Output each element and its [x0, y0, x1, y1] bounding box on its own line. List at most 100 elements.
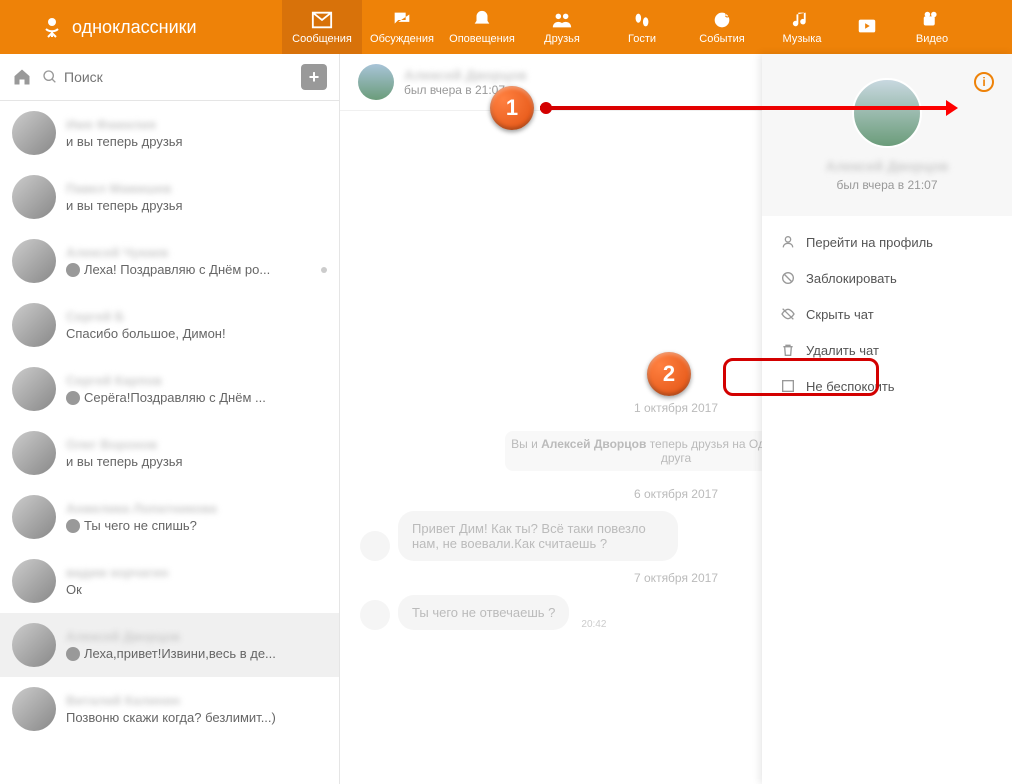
- search-input[interactable]: [64, 69, 291, 85]
- chat-item[interactable]: вадим корчагин Ок: [0, 549, 339, 613]
- chat-item[interactable]: Сергей Б Спасибо большое, Димон!: [0, 293, 339, 357]
- menu-label: Скрыть чат: [806, 307, 874, 322]
- chat-name: Алексей Чукаев: [66, 245, 327, 260]
- brand-text: одноклассники: [72, 17, 197, 38]
- message-bubble: Ты чего не отвечаешь ?: [398, 595, 569, 630]
- dnd-icon: [780, 378, 796, 394]
- ok-logo-icon: [40, 15, 64, 39]
- trash-icon: [780, 342, 796, 358]
- callout-1: 1: [490, 86, 534, 130]
- chat-avatar: [12, 367, 56, 411]
- logo[interactable]: одноклассники: [40, 15, 197, 39]
- search-wrap: [42, 69, 291, 85]
- info-status: был вчера в 21:07: [774, 178, 1000, 192]
- top-nav: Сообщения Обсуждения Оповещения Друзья Г…: [282, 0, 972, 54]
- block-icon: [780, 270, 796, 286]
- chat-avatar: [12, 175, 56, 219]
- sidebar: + Имя Фамилия и вы теперь друзья Павел М…: [0, 54, 340, 784]
- svg-text:5: 5: [725, 9, 730, 19]
- chat-list: Имя Фамилия и вы теперь друзья Павел Мам…: [0, 101, 339, 784]
- chat-avatar: [12, 239, 56, 283]
- search-icon: [42, 69, 58, 85]
- chat-body: Виталий Калинин Позвоню скажи когда? без…: [66, 693, 327, 725]
- menu-item-trash[interactable]: Удалить чат: [762, 332, 1012, 368]
- chat-avatar: [12, 623, 56, 667]
- info-button[interactable]: i: [974, 72, 994, 92]
- tiny-avatar: [66, 391, 80, 405]
- chat-item[interactable]: Алексей Чукаев Леха! Поздравляю с Днём р…: [0, 229, 339, 293]
- nav-music[interactable]: Музыка: [762, 0, 842, 54]
- chat-preview: Серёга!Поздравляю с Днём ...: [66, 390, 327, 405]
- chat-name: Сергей Б: [66, 309, 327, 324]
- tiny-avatar: [66, 263, 80, 277]
- chat-item[interactable]: Имя Фамилия и вы теперь друзья: [0, 101, 339, 165]
- sidebar-toolbar: +: [0, 54, 339, 101]
- chat-pane: Алексей Дворцов был вчера в 21:07 i 1 ок…: [340, 54, 1012, 784]
- events-icon: 5: [711, 9, 733, 31]
- chat-body: вадим корчагин Ок: [66, 565, 327, 597]
- new-chat-button[interactable]: +: [301, 64, 327, 90]
- menu-item-block[interactable]: Заблокировать: [762, 260, 1012, 296]
- chat-name: Олег Воронов: [66, 437, 327, 452]
- nav-play[interactable]: [842, 0, 892, 54]
- video-icon: [921, 9, 943, 31]
- hide-icon: [780, 306, 796, 322]
- info-menu: Перейти на профиль Заблокировать Скрыть ча…: [762, 216, 1012, 412]
- chat-preview: Леха! Поздравляю с Днём ро...: [66, 262, 327, 277]
- person-icon: [780, 234, 796, 250]
- menu-item-hide[interactable]: Скрыть чат: [762, 296, 1012, 332]
- chat-avatar: [12, 559, 56, 603]
- nav-guests[interactable]: Гости: [602, 0, 682, 54]
- chat-body: Олег Воронов и вы теперь друзья: [66, 437, 327, 469]
- chat-name: Анжелика Лопатникова: [66, 501, 327, 516]
- mail-icon: [311, 9, 333, 31]
- chat-item[interactable]: Виталий Калинин Позвоню скажи когда? без…: [0, 677, 339, 741]
- menu-item-dnd[interactable]: Не беспокоить: [762, 368, 1012, 404]
- chat-name: Алексей Дворцов: [66, 629, 327, 644]
- nav-discussions[interactable]: Обсуждения: [362, 0, 442, 54]
- menu-label: Заблокировать: [806, 271, 897, 286]
- chat-preview: и вы теперь друзья: [66, 134, 327, 149]
- chat-header-avatar[interactable]: [358, 64, 394, 100]
- nav-messages[interactable]: Сообщения: [282, 0, 362, 54]
- chat-name: Сергей Карпов: [66, 373, 327, 388]
- chat-item[interactable]: Анжелика Лопатникова Ты чего не спишь?: [0, 485, 339, 549]
- chat-avatar: [12, 495, 56, 539]
- message-avatar: [360, 531, 390, 561]
- chat-body: Сергей Б Спасибо большое, Димон!: [66, 309, 327, 341]
- nav-events[interactable]: 5 События: [682, 0, 762, 54]
- chat-preview: Ты чего не спишь?: [66, 518, 327, 533]
- chat-preview: и вы теперь друзья: [66, 198, 327, 213]
- chat-avatar: [12, 687, 56, 731]
- chat-item[interactable]: Сергей Карпов Серёга!Поздравляю с Днём .…: [0, 357, 339, 421]
- menu-label: Не беспокоить: [806, 379, 895, 394]
- chat-preview: и вы теперь друзья: [66, 454, 327, 469]
- nav-friends[interactable]: Друзья: [522, 0, 602, 54]
- chat-body: Сергей Карпов Серёга!Поздравляю с Днём .…: [66, 373, 327, 405]
- chat-name: Имя Фамилия: [66, 117, 327, 132]
- music-icon: [791, 9, 813, 31]
- chat-avatar: [12, 303, 56, 347]
- tiny-avatar: [66, 519, 80, 533]
- top-navbar: одноклассники Сообщения Обсуждения Опове…: [0, 0, 1012, 54]
- info-avatar[interactable]: [852, 78, 922, 148]
- nav-video[interactable]: Видео: [892, 0, 972, 54]
- play-icon: [856, 15, 878, 37]
- chat-body: Алексей Чукаев Леха! Поздравляю с Днём р…: [66, 245, 327, 277]
- tiny-avatar: [66, 647, 80, 661]
- message-avatar: [360, 600, 390, 630]
- chat-item[interactable]: Алексей Дворцов Леха,привет!Извини,весь …: [0, 613, 339, 677]
- comments-icon: [391, 9, 413, 31]
- menu-item-person[interactable]: Перейти на профиль: [762, 224, 1012, 260]
- chat-item[interactable]: Олег Воронов и вы теперь друзья: [0, 421, 339, 485]
- chat-item[interactable]: Павел Мамишев и вы теперь друзья: [0, 165, 339, 229]
- home-icon[interactable]: [12, 67, 32, 87]
- callout-2: 2: [647, 352, 691, 396]
- nav-notifications[interactable]: Оповещения: [442, 0, 522, 54]
- chat-body: Анжелика Лопатникова Ты чего не спишь?: [66, 501, 327, 533]
- menu-label: Перейти на профиль: [806, 235, 933, 250]
- unread-dot: [321, 267, 327, 273]
- footprints-icon: [631, 9, 653, 31]
- annotation-arrow: [540, 106, 950, 110]
- chat-name: вадим корчагин: [66, 565, 327, 580]
